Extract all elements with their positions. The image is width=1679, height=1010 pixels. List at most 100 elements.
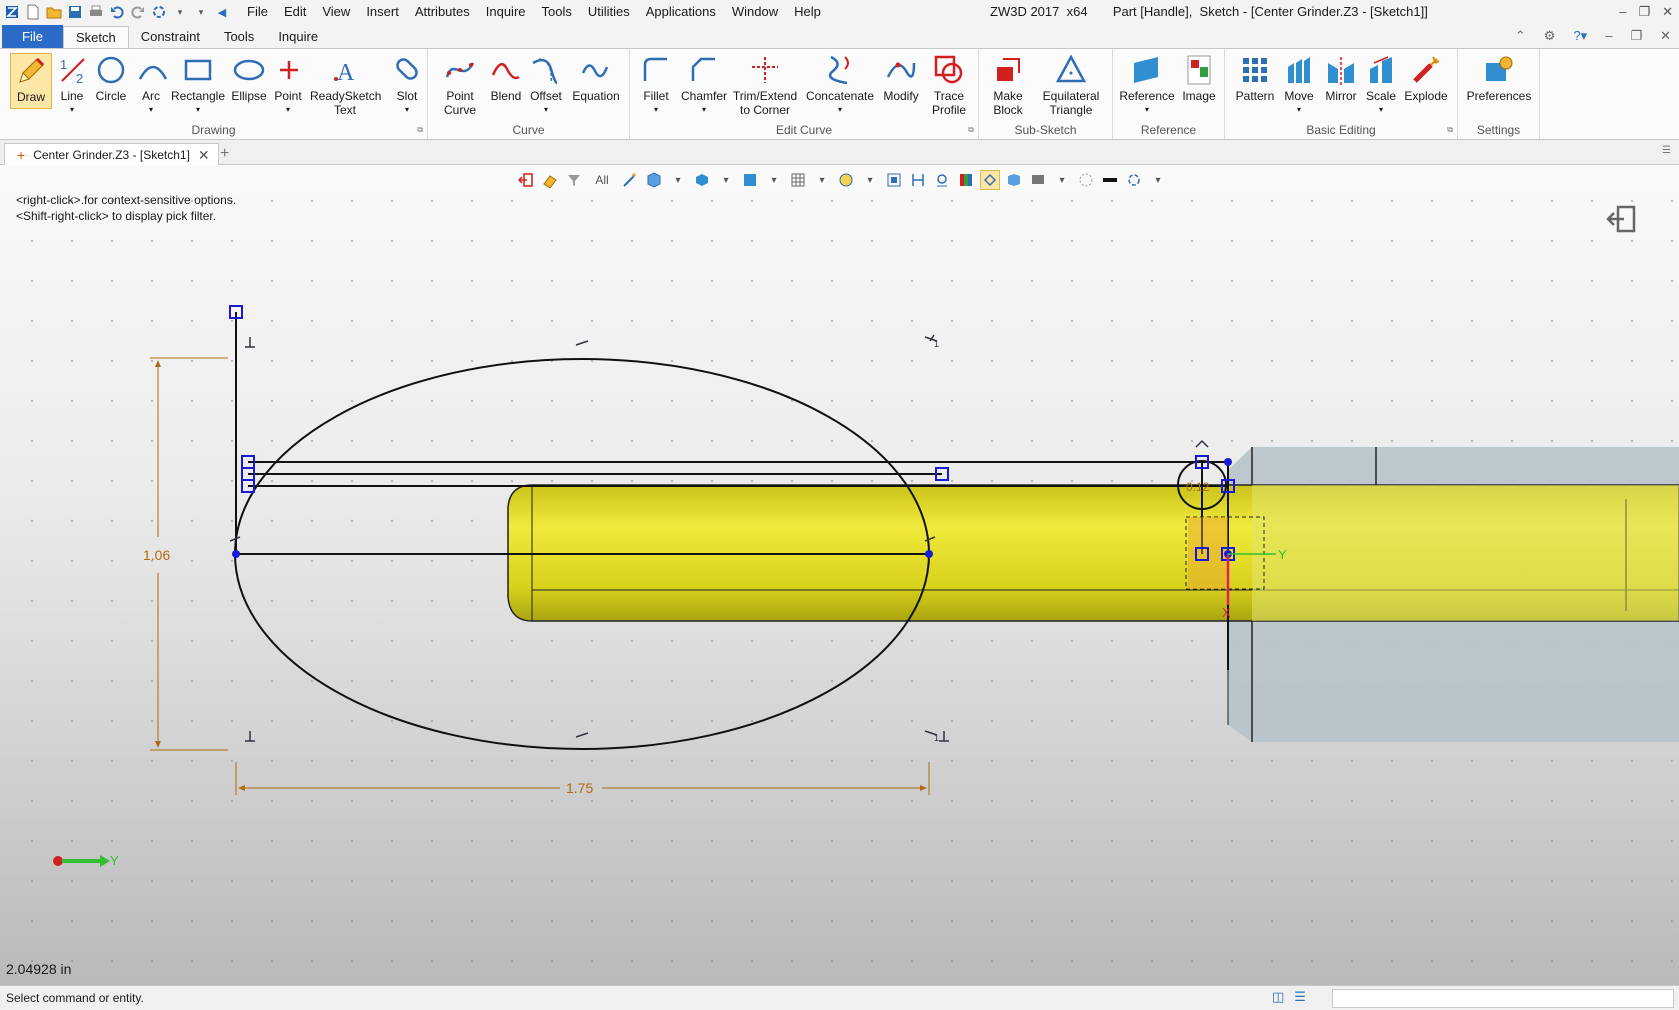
tab-sketch[interactable]: Sketch (62, 26, 129, 48)
concatenate-button[interactable]: Concatenate ▾ (802, 53, 878, 117)
minimize-icon[interactable]: – (1619, 0, 1626, 24)
display-icon[interactable] (1028, 170, 1048, 190)
menu-attributes[interactable]: Attributes (407, 0, 478, 24)
scale-button[interactable]: Scale ▾ (1363, 53, 1399, 117)
document-tab[interactable]: + Center Grinder.Z3 - [Sketch1] ✕ (4, 143, 219, 165)
make-block-button[interactable]: Make Block (985, 53, 1031, 117)
menu-applications[interactable]: Applications (638, 0, 724, 24)
dropdown-arrow-icon[interactable]: ▾ (764, 170, 784, 190)
point-curve-button[interactable]: Point Curve (438, 53, 482, 117)
menu-edit[interactable]: Edit (276, 0, 314, 24)
line-button[interactable]: 12 Line ▾ (56, 53, 88, 117)
curve-connect-icon[interactable] (980, 170, 1000, 190)
restore-icon[interactable]: ❐ (1638, 0, 1650, 24)
slot-button[interactable]: Slot ▾ (390, 53, 424, 117)
info-panel-icon[interactable]: ◫ (1272, 989, 1284, 1005)
pattern-button[interactable]: Pattern (1233, 53, 1277, 103)
offset-button[interactable]: Offset ▾ (528, 53, 564, 117)
concatenate-dropdown-icon[interactable]: ▾ (802, 103, 878, 117)
equilateral-triangle-button[interactable]: Equilateral Triangle (1035, 53, 1107, 117)
help-icon[interactable]: ?▾ (1573, 24, 1587, 48)
tab-list-icon[interactable]: ☰ (1662, 145, 1671, 156)
eraser-icon[interactable] (540, 170, 560, 190)
tab-close-icon[interactable]: ✕ (198, 145, 210, 165)
trim-extend-button[interactable]: Trim/Extend to Corner (730, 53, 800, 117)
tab-inquire[interactable]: Inquire (266, 26, 330, 48)
dropdown-arrow-icon[interactable]: ▾ (1052, 170, 1072, 190)
edit-curve-expand-icon[interactable]: ⧉ (968, 125, 974, 135)
drawing-expand-icon[interactable]: ⧉ (417, 125, 423, 135)
tab-tools[interactable]: Tools (212, 26, 266, 48)
exit-sketch-icon[interactable] (1606, 205, 1638, 233)
reference-button[interactable]: Reference ▾ (1119, 53, 1175, 117)
open-file-icon[interactable] (45, 3, 63, 21)
point-dropdown-icon[interactable]: ▾ (272, 103, 304, 117)
line-style-icon[interactable] (1100, 170, 1120, 190)
command-input[interactable] (1332, 989, 1674, 1008)
tab-file[interactable]: File (2, 25, 63, 48)
dropdown-arrow-icon[interactable]: ▾ (171, 3, 189, 21)
menu-window[interactable]: Window (724, 0, 786, 24)
graphics-viewport[interactable]: 1.06 1.75 0.12 1 1 X Y Y All ▾ ▾ ▾ ▾ ▾ ▾… (0, 165, 1679, 985)
rectangle-button[interactable]: Rectangle ▾ (170, 53, 226, 117)
rectangle-dropdown-icon[interactable]: ▾ (170, 103, 226, 117)
color-icon[interactable] (956, 170, 976, 190)
list-panel-icon[interactable]: ☰ (1294, 989, 1306, 1005)
circle-button[interactable]: Circle (94, 53, 128, 103)
offset-dropdown-icon[interactable]: ▾ (528, 103, 564, 117)
doc-minimize-icon[interactable]: – (1605, 24, 1612, 48)
refresh-icon[interactable] (150, 3, 168, 21)
dropdown-arrow-icon[interactable]: ▾ (812, 170, 832, 190)
line-dropdown-icon[interactable]: ▾ (56, 103, 88, 117)
arc-button[interactable]: Arc ▾ (136, 53, 168, 117)
rotate-view-icon[interactable] (1124, 170, 1144, 190)
equation-button[interactable]: Equation (568, 53, 624, 103)
chamfer-button[interactable]: Chamfer ▾ (680, 53, 728, 117)
dimension-vertical-value[interactable]: 1.06 (143, 547, 170, 563)
draw-button[interactable]: Draw (10, 53, 52, 109)
blend-button[interactable]: Blend (488, 53, 524, 103)
view-orient-icon[interactable] (740, 170, 760, 190)
zoom-fit-icon[interactable] (884, 170, 904, 190)
collapse-arrow-icon[interactable]: ◀ (213, 3, 231, 21)
mirror-button[interactable]: Mirror (1321, 53, 1361, 103)
point-button[interactable]: Point ▾ (272, 53, 304, 117)
dropdown-arrow-icon[interactable]: ▾ (668, 170, 688, 190)
redo-icon[interactable] (129, 3, 147, 21)
print-icon[interactable] (87, 3, 105, 21)
reference-dropdown-icon[interactable]: ▾ (1119, 103, 1175, 117)
cube-view-icon[interactable] (644, 170, 664, 190)
constraint-display-icon[interactable] (932, 170, 952, 190)
menu-tools[interactable]: Tools (534, 0, 580, 24)
collapse-ribbon-icon[interactable]: ⌃ (1515, 24, 1526, 48)
section-icon[interactable] (1004, 170, 1024, 190)
doc-close-icon[interactable]: ✕ (1660, 24, 1671, 48)
dropdown-arrow-icon[interactable]: ▾ (860, 170, 880, 190)
dropdown-arrow-icon[interactable]: ▾ (1148, 170, 1168, 190)
customize-quickbar-icon[interactable]: ▾ (192, 3, 210, 21)
app-logo-icon[interactable] (3, 3, 21, 21)
dimension-horizontal-value[interactable]: 1.75 (566, 780, 593, 796)
menu-utilities[interactable]: Utilities (580, 0, 638, 24)
snap-icon[interactable] (836, 170, 856, 190)
scale-dropdown-icon[interactable]: ▾ (1363, 103, 1399, 117)
new-file-icon[interactable] (24, 3, 42, 21)
basic-editing-expand-icon[interactable]: ⧉ (1447, 125, 1453, 135)
dropdown-arrow-icon[interactable]: ▾ (716, 170, 736, 190)
fillet-button[interactable]: Fillet ▾ (638, 53, 674, 117)
pick-filter-select[interactable]: All (588, 170, 616, 190)
explode-button[interactable]: Explode (1403, 53, 1449, 103)
menu-view[interactable]: View (314, 0, 358, 24)
wand-icon[interactable] (620, 170, 640, 190)
small-circle-dimension[interactable]: 0.12 (1186, 480, 1210, 494)
move-dropdown-icon[interactable]: ▾ (1279, 103, 1319, 117)
add-tab-icon[interactable]: + (220, 143, 229, 165)
arc-dropdown-icon[interactable]: ▾ (136, 103, 166, 117)
modify-button[interactable]: Modify (880, 53, 922, 103)
preferences-button[interactable]: Preferences (1462, 53, 1536, 103)
hidden-icon[interactable] (1076, 170, 1096, 190)
save-icon[interactable] (66, 3, 84, 21)
doc-restore-icon[interactable]: ❐ (1630, 24, 1642, 48)
menu-file[interactable]: File (239, 0, 276, 24)
move-button[interactable]: Move ▾ (1279, 53, 1319, 117)
